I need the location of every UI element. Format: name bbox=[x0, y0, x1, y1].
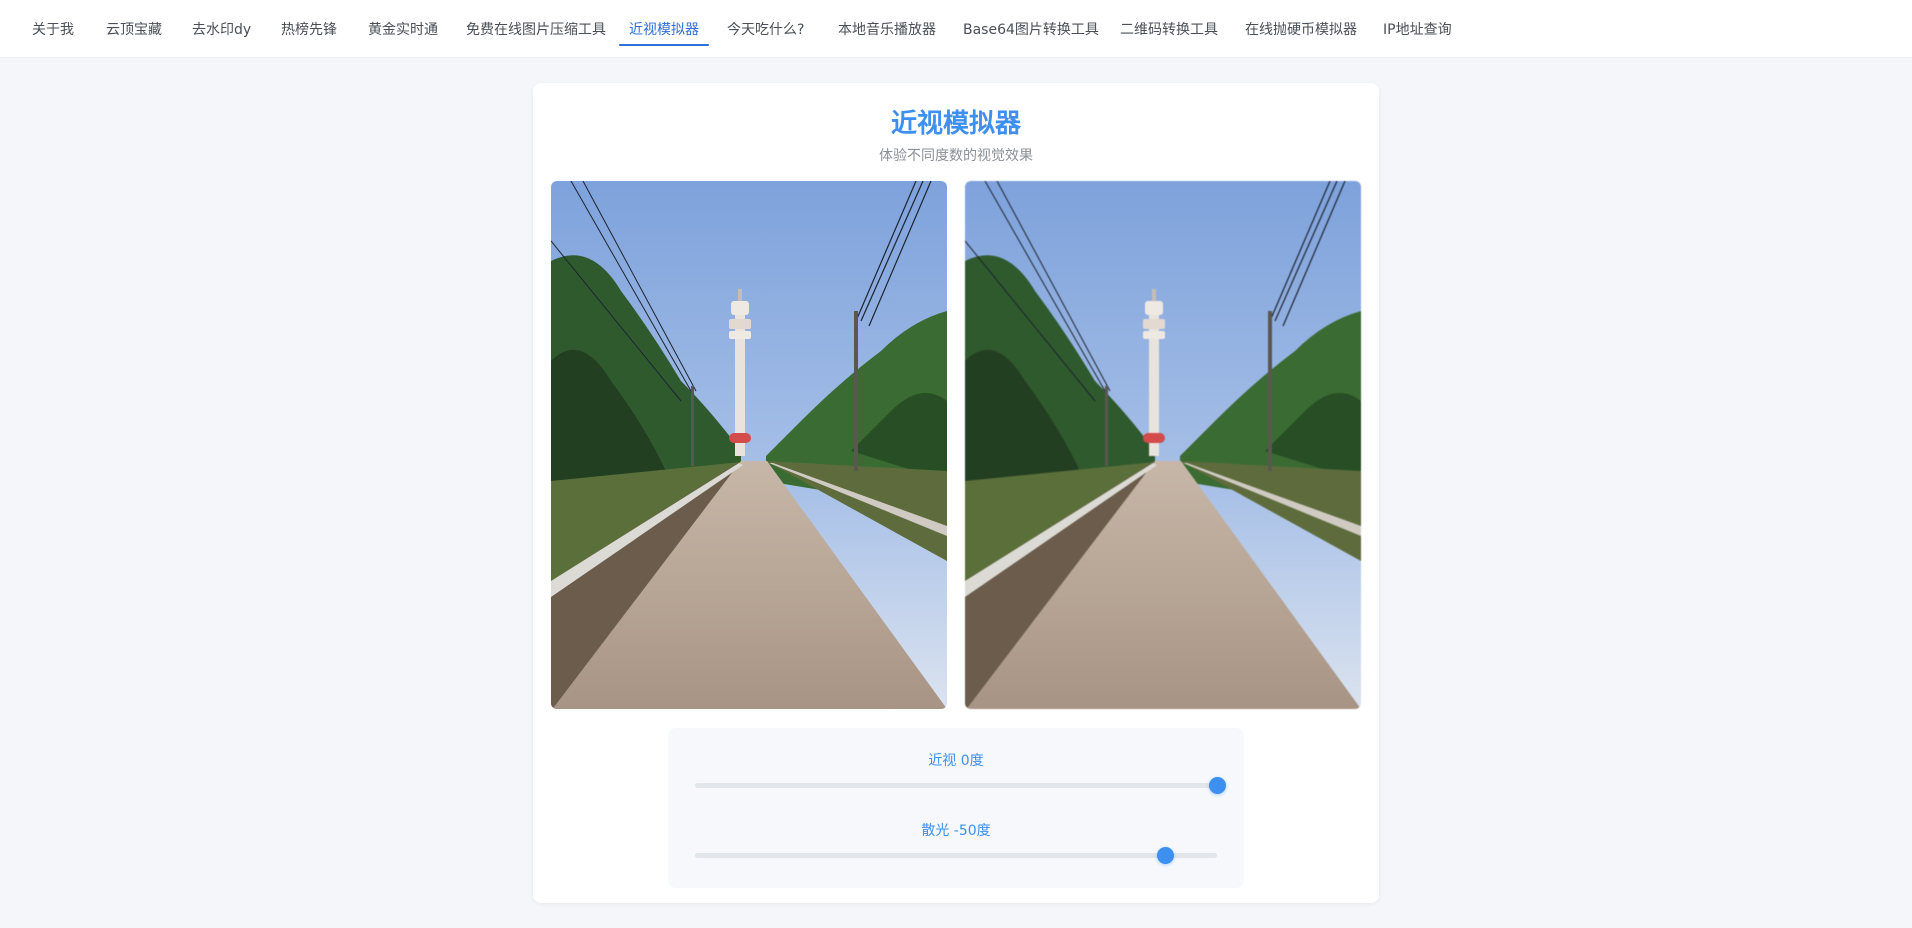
myopia-label: 近视 0度 bbox=[928, 753, 984, 769]
road-tower-photo-icon bbox=[551, 181, 947, 709]
tab-gold-price[interactable]: 黄金实时通 bbox=[368, 0, 438, 58]
page-title: 近视模拟器 bbox=[890, 109, 1021, 139]
tab-music-player[interactable]: 本地音乐播放器 bbox=[838, 0, 936, 58]
simulator-card: 近视模拟器 体验不同度数的视觉效果 近视 0度 散光 -50度 bbox=[533, 83, 1379, 903]
tab-remove-watermark[interactable]: 去水印dy bbox=[192, 0, 251, 58]
top-navigation: 关于我 云顶宝藏 去水印dy 热榜先锋 黄金实时通 免费在线图片压缩工具 近视模… bbox=[0, 0, 1912, 58]
tab-about-me[interactable]: 关于我 bbox=[32, 0, 74, 58]
simulated-photo bbox=[965, 181, 1361, 709]
tab-image-compress[interactable]: 免费在线图片压缩工具 bbox=[466, 0, 606, 58]
astigmatism-slider[interactable] bbox=[695, 847, 1217, 864]
astigmatism-label: 散光 -50度 bbox=[921, 823, 991, 839]
tab-qrcode-tool[interactable]: 二维码转换工具 bbox=[1120, 0, 1218, 58]
tab-base64-converter[interactable]: Base64图片转换工具 bbox=[963, 0, 1099, 58]
page-subtitle: 体验不同度数的视觉效果 bbox=[879, 148, 1033, 164]
road-tower-photo-icon bbox=[965, 181, 1361, 709]
tab-ip-lookup[interactable]: IP地址查询 bbox=[1383, 0, 1452, 58]
myopia-slider[interactable] bbox=[695, 777, 1226, 794]
tab-yunding-treasure[interactable]: 云顶宝藏 bbox=[106, 0, 162, 58]
tab-coin-flip[interactable]: 在线抛硬币模拟器 bbox=[1245, 0, 1357, 58]
controls-panel: 近视 0度 散光 -50度 bbox=[668, 728, 1244, 888]
original-photo bbox=[551, 181, 947, 709]
myopia-slider-thumb[interactable] bbox=[1209, 777, 1226, 794]
tab-what-to-eat[interactable]: 今天吃什么? bbox=[727, 0, 804, 58]
tab-myopia-simulator[interactable]: 近视模拟器 bbox=[619, 0, 709, 58]
tab-hot-list[interactable]: 热榜先锋 bbox=[281, 0, 337, 58]
astigmatism-slider-thumb[interactable] bbox=[1156, 847, 1174, 864]
